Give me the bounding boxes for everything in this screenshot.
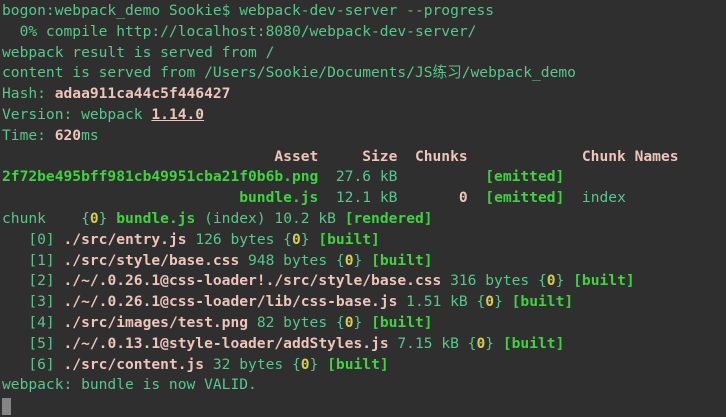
asset-name-png: 2f72be495bff981cb49951cba21f0b6b.png (2, 168, 318, 185)
terminal-window: bogon:webpack_demo Sookie$ webpack-dev-s… (0, 0, 726, 417)
module-id: [6] (2, 356, 64, 373)
asset-name-bundle: bundle.js (239, 189, 318, 206)
module-size: 126 bytes { (187, 231, 292, 248)
chunk-id: 0 (476, 335, 485, 352)
time-label: Time: (2, 127, 55, 144)
version-value: 1.14.0 (151, 106, 204, 123)
chunk-label: chunk { (2, 210, 90, 227)
terminal-line: webpack result is served from / (2, 43, 726, 64)
module-path: ./~/.0.26.1@css-loader/lib/css-base.js (64, 293, 398, 310)
module-id: [5] (2, 335, 64, 352)
module-size: 82 bytes { (248, 314, 345, 331)
terminal-line (2, 396, 726, 417)
terminal-line: [3] ./~/.0.26.1@css-loader/lib/css-base.… (2, 292, 726, 313)
content-path-line: content is served from /Users/Sookie/Doc… (2, 64, 576, 81)
padding (2, 189, 239, 206)
module-size: 32 bytes { (204, 356, 301, 373)
served-from-line: webpack result is served from / (2, 44, 274, 61)
module-size: 316 bytes { (441, 272, 546, 289)
chunk-name: index (564, 189, 626, 206)
terminal-line: Hash: adaa911ca44c5f446427 (2, 84, 726, 105)
module-path: ./src/images/test.png (64, 314, 249, 331)
module-id: [2] (2, 272, 64, 289)
brace: } (310, 356, 328, 373)
brace: } (301, 231, 319, 248)
module-path: ./~/.0.26.1@css-loader!./src/style/base.… (64, 272, 442, 289)
brace: } (353, 314, 371, 331)
terminal-line: Asset Size Chunks Chunk Names (2, 147, 726, 168)
chunk-id: 0 (485, 293, 494, 310)
terminal-line: [2] ./~/.0.26.1@css-loader!./src/style/b… (2, 271, 726, 292)
terminal-line: content is served from /Users/Sookie/Doc… (2, 63, 726, 84)
hash-label: Hash: (2, 85, 55, 102)
emitted-badge: [emitted] (485, 168, 564, 185)
terminal-line: 0% compile http://localhost:8080/webpack… (2, 22, 726, 43)
terminal-output[interactable]: bogon:webpack_demo Sookie$ webpack-dev-s… (0, 0, 726, 417)
brace: } (485, 335, 503, 352)
rendered-badge: [rendered] (345, 210, 433, 227)
module-path: ./src/content.js (64, 356, 205, 373)
padding (468, 189, 486, 206)
chunk-id: 0 (459, 189, 468, 206)
brace: } (494, 293, 512, 310)
terminal-cursor (2, 398, 11, 415)
built-badge: [built] (371, 314, 433, 331)
built-badge: [built] (503, 335, 565, 352)
terminal-line: bundle.js 12.1 kB 0 [emitted] index (2, 188, 726, 209)
terminal-line: 2f72be495bff981cb49951cba21f0b6b.png 27.… (2, 167, 726, 188)
module-size: 7.15 kB { (389, 335, 477, 352)
module-id: [4] (2, 314, 64, 331)
module-id: [1] (2, 252, 64, 269)
progress-line: 0% compile http://localhost:8080/webpack… (2, 23, 476, 40)
terminal-line: [1] ./src/style/base.css 948 bytes {0} [… (2, 251, 726, 272)
hash-value: adaa911ca44c5f446427 (55, 85, 231, 102)
asset-size: 12.1 kB (318, 189, 459, 206)
built-badge: [built] (371, 252, 433, 269)
terminal-line: Version: webpack 1.14.0 (2, 105, 726, 126)
chunk-file: bundle.js (116, 210, 195, 227)
module-id: [0] (2, 231, 64, 248)
terminal-line: [6] ./src/content.js 32 bytes {0} [built… (2, 355, 726, 376)
module-path: ./src/style/base.css (64, 252, 240, 269)
terminal-line: chunk {0} bundle.js (index) 10.2 kB [ren… (2, 209, 726, 230)
module-path: ./~/.0.13.1@style-loader/addStyles.js (64, 335, 389, 352)
time-value: 620 (55, 127, 81, 144)
built-badge: [built] (573, 272, 635, 289)
terminal-line: bogon:webpack_demo Sookie$ webpack-dev-s… (2, 1, 726, 22)
shell-prompt-and-command: bogon:webpack_demo Sookie$ webpack-dev-s… (2, 2, 494, 19)
terminal-line: [0] ./src/entry.js 126 bytes {0} [built] (2, 230, 726, 251)
asset-size: 27.6 kB (318, 168, 485, 185)
module-size: 1.51 kB { (397, 293, 485, 310)
terminal-line: Time: 620ms (2, 126, 726, 147)
module-id: [3] (2, 293, 64, 310)
brace: } (353, 252, 371, 269)
emitted-badge: [emitted] (485, 189, 564, 206)
chunk-id: 0 (301, 356, 310, 373)
asset-table-header: Asset Size Chunks Chunk Names (2, 148, 679, 165)
built-badge: [built] (512, 293, 574, 310)
brace: } (556, 272, 574, 289)
version-label: Version: webpack (2, 106, 151, 123)
module-size: 948 bytes { (239, 252, 344, 269)
chunk-id: 0 (90, 210, 99, 227)
chunk-id: 0 (292, 231, 301, 248)
module-path: ./src/entry.js (64, 231, 187, 248)
built-badge: [built] (327, 356, 389, 373)
built-badge: [built] (318, 231, 380, 248)
terminal-line: [5] ./~/.0.13.1@style-loader/addStyles.j… (2, 334, 726, 355)
chunk-id: 0 (547, 272, 556, 289)
terminal-line: [4] ./src/images/test.png 82 bytes {0} [… (2, 313, 726, 334)
terminal-line: webpack: bundle is now VALID. (2, 375, 726, 396)
bundle-valid-line: webpack: bundle is now VALID. (2, 376, 257, 393)
time-unit: ms (81, 127, 99, 144)
chunk-info: (index) 10.2 kB (195, 210, 344, 227)
brace: } (99, 210, 117, 227)
